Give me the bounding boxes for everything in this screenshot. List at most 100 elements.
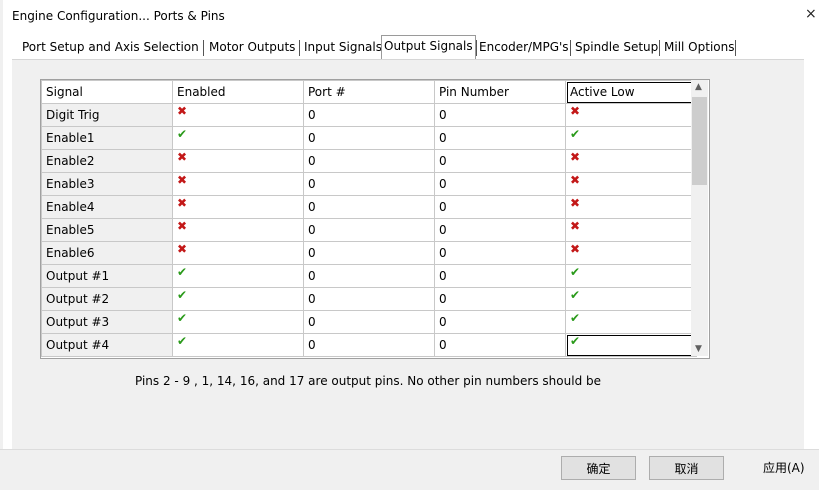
table-row: Output #3 ✔ 0 0 ✔ bbox=[41, 310, 697, 334]
active-low-cell[interactable]: ✖ bbox=[565, 172, 697, 196]
port-cell[interactable]: 0 bbox=[303, 218, 435, 242]
green-check-icon: ✔ bbox=[570, 265, 581, 280]
scroll-thumb[interactable] bbox=[692, 97, 707, 185]
signal-cell[interactable]: Enable3 bbox=[41, 172, 173, 196]
green-check-icon: ✔ bbox=[177, 288, 188, 303]
signal-cell[interactable]: Enable4 bbox=[41, 195, 173, 219]
port-cell[interactable]: 0 bbox=[303, 126, 435, 150]
enabled-cell[interactable]: ✔ bbox=[172, 126, 304, 150]
enabled-cell[interactable]: ✖ bbox=[172, 218, 304, 242]
vertical-scrollbar[interactable]: ▲ ▼ bbox=[691, 80, 708, 356]
table-row: Output #4 ✔ 0 0 ✔ bbox=[41, 333, 697, 357]
tab-separator bbox=[570, 40, 571, 56]
signal-cell[interactable]: Enable1 bbox=[41, 126, 173, 150]
pin-cell[interactable]: 0 bbox=[434, 126, 566, 150]
tab-encoder-mpg[interactable]: Encoder/MPG's bbox=[477, 37, 571, 58]
green-check-icon: ✔ bbox=[177, 265, 188, 280]
port-cell[interactable]: 0 bbox=[303, 103, 435, 127]
tab-separator bbox=[203, 40, 204, 56]
scroll-down-icon[interactable]: ▼ bbox=[695, 344, 702, 354]
signal-cell[interactable]: Enable2 bbox=[41, 149, 173, 173]
green-check-icon: ✔ bbox=[570, 288, 581, 303]
column-header-pin[interactable]: Pin Number bbox=[434, 80, 566, 104]
tab-port-setup[interactable]: Port Setup and Axis Selection bbox=[20, 37, 201, 58]
pin-cell[interactable]: 0 bbox=[434, 264, 566, 288]
scroll-up-icon[interactable]: ▲ bbox=[695, 82, 702, 92]
active-low-cell[interactable]: ✖ bbox=[565, 195, 697, 219]
port-cell[interactable]: 0 bbox=[303, 287, 435, 311]
enabled-cell[interactable]: ✔ bbox=[172, 264, 304, 288]
active-low-cell[interactable]: ✖ bbox=[565, 218, 697, 242]
enabled-cell[interactable]: ✖ bbox=[172, 172, 304, 196]
active-low-cell[interactable]: ✔ bbox=[565, 310, 697, 334]
port-cell[interactable]: 0 bbox=[303, 172, 435, 196]
column-header-enabled[interactable]: Enabled bbox=[172, 80, 304, 104]
column-header-port[interactable]: Port # bbox=[303, 80, 435, 104]
tab-spindle-setup[interactable]: Spindle Setup bbox=[573, 37, 660, 58]
active-low-cell[interactable]: ✔ bbox=[565, 126, 697, 150]
active-low-cell[interactable]: ✔ bbox=[565, 333, 697, 357]
active-low-cell[interactable]: ✖ bbox=[565, 149, 697, 173]
pin-cell[interactable]: 0 bbox=[434, 103, 566, 127]
tab-separator bbox=[659, 40, 660, 56]
port-cell[interactable]: 0 bbox=[303, 264, 435, 288]
enabled-cell[interactable]: ✖ bbox=[172, 195, 304, 219]
pin-cell[interactable]: 0 bbox=[434, 218, 566, 242]
enabled-cell[interactable]: ✖ bbox=[172, 103, 304, 127]
signal-cell[interactable]: Enable6 bbox=[41, 241, 173, 265]
port-cell[interactable]: 0 bbox=[303, 310, 435, 334]
table-row: Enable5 ✖ 0 0 ✖ bbox=[41, 218, 697, 242]
tab-motor-outputs[interactable]: Motor Outputs bbox=[207, 37, 297, 58]
red-x-icon: ✖ bbox=[570, 219, 581, 234]
tab-separator bbox=[299, 40, 300, 56]
port-cell[interactable]: 0 bbox=[303, 241, 435, 265]
active-low-cell[interactable]: ✖ bbox=[565, 241, 697, 265]
enabled-cell[interactable]: ✔ bbox=[172, 310, 304, 334]
column-header-active-low[interactable]: Active Low bbox=[565, 80, 697, 104]
signal-cell[interactable]: Output #1 bbox=[41, 264, 173, 288]
signal-cell[interactable]: Enable5 bbox=[41, 218, 173, 242]
pin-cell[interactable]: 0 bbox=[434, 310, 566, 334]
ok-button[interactable]: 确定 bbox=[561, 456, 636, 480]
active-low-cell[interactable]: ✔ bbox=[565, 264, 697, 288]
enabled-cell[interactable]: ✔ bbox=[172, 287, 304, 311]
table-row: Output #2 ✔ 0 0 ✔ bbox=[41, 287, 697, 311]
signal-cell[interactable]: Digit Trig bbox=[41, 103, 173, 127]
table-row: Digit Trig ✖ 0 0 ✖ bbox=[41, 103, 697, 127]
red-x-icon: ✖ bbox=[177, 104, 188, 119]
green-check-icon: ✔ bbox=[570, 127, 581, 142]
green-check-icon: ✔ bbox=[177, 311, 188, 326]
enabled-cell[interactable]: ✔ bbox=[172, 333, 304, 357]
table-row: Enable2 ✖ 0 0 ✖ bbox=[41, 149, 697, 173]
pin-cell[interactable]: 0 bbox=[434, 149, 566, 173]
signal-cell[interactable]: Output #2 bbox=[41, 287, 173, 311]
green-check-icon: ✔ bbox=[570, 334, 581, 349]
table-row: Enable6 ✖ 0 0 ✖ bbox=[41, 241, 697, 265]
pin-cell[interactable]: 0 bbox=[434, 241, 566, 265]
signal-cell[interactable]: Output #4 bbox=[41, 333, 173, 357]
tab-mill-options[interactable]: Mill Options bbox=[662, 37, 736, 58]
red-x-icon: ✖ bbox=[177, 242, 188, 257]
active-low-cell[interactable]: ✔ bbox=[565, 287, 697, 311]
tab-separator bbox=[735, 40, 736, 56]
close-icon[interactable]: × bbox=[805, 6, 819, 24]
tab-input-signals[interactable]: Input Signals bbox=[302, 37, 384, 58]
window-title: Engine Configuration... Ports & Pins bbox=[12, 9, 225, 23]
cancel-button[interactable]: 取消 bbox=[649, 456, 724, 480]
signals-table: Signal Enabled Port # Pin Number Active … bbox=[41, 80, 697, 357]
pin-cell[interactable]: 0 bbox=[434, 287, 566, 311]
signal-cell[interactable]: Output #3 bbox=[41, 310, 173, 334]
column-header-signal[interactable]: Signal bbox=[41, 80, 173, 104]
port-cell[interactable]: 0 bbox=[303, 149, 435, 173]
tab-output-signals[interactable]: Output Signals bbox=[381, 35, 476, 59]
pin-cell[interactable]: 0 bbox=[434, 172, 566, 196]
apply-button[interactable]: 应用(A) bbox=[763, 456, 805, 480]
active-low-cell[interactable]: ✖ bbox=[565, 103, 697, 127]
pin-cell[interactable]: 0 bbox=[434, 195, 566, 219]
port-cell[interactable]: 0 bbox=[303, 195, 435, 219]
enabled-cell[interactable]: ✖ bbox=[172, 241, 304, 265]
port-cell[interactable]: 0 bbox=[303, 333, 435, 357]
pin-cell[interactable]: 0 bbox=[434, 333, 566, 357]
red-x-icon: ✖ bbox=[570, 150, 581, 165]
enabled-cell[interactable]: ✖ bbox=[172, 149, 304, 173]
